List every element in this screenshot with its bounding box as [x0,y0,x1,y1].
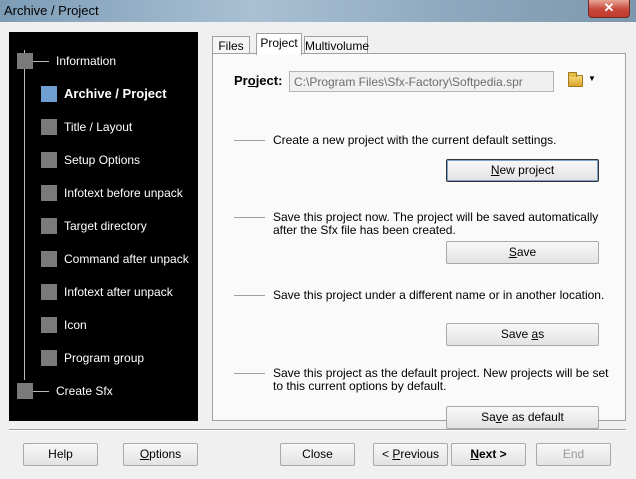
save-as-description: Save this project under a different name… [273,288,605,302]
nav-step-command-after[interactable]: Command after unpack [17,250,197,268]
wizard-window: Information Archive / Project Title / La… [0,22,636,479]
chevron-down-icon: ▼ [588,74,596,83]
wizard-step-nav: Information Archive / Project Title / La… [9,32,198,421]
footer-divider [9,429,626,431]
new-project-description: Create a new project with the current de… [273,133,557,147]
step-marker-icon [41,251,57,267]
nav-step-label: Icon [64,318,87,332]
section-divider [234,295,265,296]
tree-connector [33,391,49,392]
save-button[interactable]: Save [446,241,599,264]
nav-step-label: Create Sfx [56,384,113,398]
save-as-default-description: Save this project as the default project… [273,366,609,393]
nav-step-label: Archive / Project [64,86,167,101]
previous-button[interactable]: < Previous [373,443,448,466]
end-button[interactable]: End [536,443,611,466]
step-marker-icon [41,218,57,234]
nav-step-label: Program group [64,351,145,365]
new-project-button[interactable]: New project [446,159,599,182]
section-divider [234,217,265,218]
browse-project-button[interactable]: ▼ [566,72,596,92]
nav-step-title-layout[interactable]: Title / Layout [17,118,197,136]
options-button[interactable]: Options [123,443,198,466]
nav-step-label: Title / Layout [64,120,133,134]
save-as-button[interactable]: Save as [446,323,599,346]
nav-step-archive-project[interactable]: Archive / Project [17,85,197,103]
close-button[interactable]: Close [280,443,355,466]
step-marker-icon [17,53,33,69]
section-divider [234,373,265,374]
help-button[interactable]: Help [23,443,98,466]
step-marker-icon [41,317,57,333]
title-bar: Archive / Project ✕ [0,0,636,22]
step-marker-icon [41,350,57,366]
window-title: Archive / Project [4,3,99,18]
nav-step-label: Setup Options [64,153,141,167]
step-marker-icon [17,383,33,399]
project-label: Project: [234,73,283,88]
nav-step-setup-options[interactable]: Setup Options [17,151,197,169]
next-button[interactable]: Next > [451,443,526,466]
close-window-button[interactable]: ✕ [588,0,630,18]
project-tab-panel: Project: ▼ Create a new project with the… [212,53,626,429]
section-divider [234,140,265,141]
step-marker-active-icon [41,86,57,102]
nav-step-label: Command after unpack [64,252,189,266]
step-marker-icon [41,185,57,201]
nav-step-label: Information [56,54,117,68]
project-path-input[interactable] [289,71,554,92]
nav-step-target-directory[interactable]: Target directory [17,217,197,235]
save-description: Save this project now. The project will … [273,210,599,237]
nav-step-infotext-before[interactable]: Infotext before unpack [17,184,197,202]
nav-step-label: Infotext after unpack [64,285,173,299]
save-as-default-button[interactable]: Save as default [446,406,599,429]
nav-step-program-group[interactable]: Program group [17,349,197,367]
nav-step-infotext-after[interactable]: Infotext after unpack [17,283,197,301]
step-marker-icon [41,119,57,135]
nav-step-label: Infotext before unpack [64,186,183,200]
step-marker-icon [41,284,57,300]
tab-project[interactable]: Project [256,33,302,55]
tree-connector [33,61,49,62]
nav-step-icon[interactable]: Icon [17,316,197,334]
tab-files[interactable]: Files [212,36,250,54]
folder-open-icon [568,72,583,87]
step-marker-icon [41,152,57,168]
tab-multivolume[interactable]: Multivolume [304,36,369,54]
nav-step-label: Target directory [64,219,147,233]
